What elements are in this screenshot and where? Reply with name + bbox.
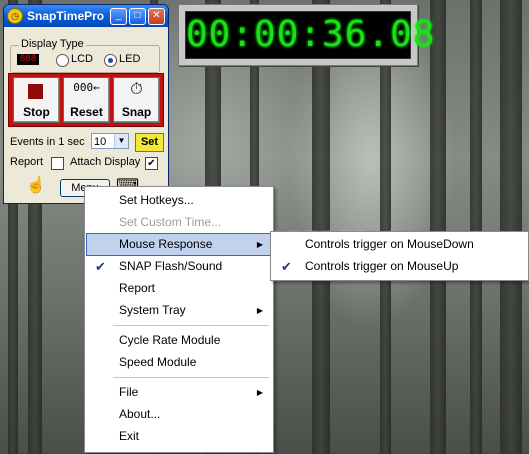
report-checkbox[interactable]: [51, 157, 64, 170]
led-label: LED: [119, 53, 141, 65]
menu-separator: [113, 377, 269, 378]
window-title: SnapTimePro: [27, 9, 105, 23]
minimize-button[interactable]: _: [110, 7, 127, 25]
report-label: Report: [10, 156, 44, 168]
events-label: Events in 1 sec: [10, 136, 85, 148]
display-type-group: Display Type 888 LCD LED: [10, 38, 160, 73]
checkmark-icon: ✔: [95, 259, 106, 274]
menu-separator: [113, 325, 269, 326]
mouse-response-submenu: Controls trigger on MouseDown ✔ Controls…: [270, 231, 529, 281]
snap-icon: ⏱: [130, 81, 143, 98]
menu-item-mouse-response[interactable]: Mouse Response ▶: [86, 233, 272, 256]
events-select-value: 10: [94, 136, 107, 148]
clock-display: 00:00:36.08: [185, 11, 434, 59]
snap-button[interactable]: ⏱ Snap: [113, 77, 160, 123]
attach-display-label: Attach Display: [70, 156, 141, 168]
app-window: ◷ SnapTimePro _ □ ✕ Display Type 888 LCD…: [3, 4, 169, 204]
led-radio[interactable]: [104, 54, 117, 67]
action-button-panel: Stop 000← Reset ⏱ Snap: [8, 73, 164, 127]
events-select[interactable]: 10 ▼: [91, 133, 129, 149]
checkmark-icon: ✔: [281, 259, 292, 274]
display-type-label: Display Type: [19, 38, 86, 50]
hand-pointer-icon[interactable]: ☝: [26, 175, 46, 195]
menu-item-cycle-rate-module[interactable]: Cycle Rate Module: [87, 330, 271, 351]
menu-item-exit[interactable]: Exit: [87, 426, 271, 447]
menu-item-set-hotkeys[interactable]: Set Hotkeys...: [87, 190, 271, 211]
menu-item-about[interactable]: About...: [87, 404, 271, 425]
submenu-item-mousedown[interactable]: Controls trigger on MouseDown: [273, 234, 526, 255]
menu-item-report[interactable]: Report: [87, 278, 271, 299]
reset-button[interactable]: 000← Reset: [63, 77, 110, 123]
submenu-item-mouseup[interactable]: ✔ Controls trigger on MouseUp: [273, 256, 526, 277]
segment-sample-icon: 888: [17, 54, 39, 65]
set-button[interactable]: Set: [135, 133, 164, 152]
close-button[interactable]: ✕: [148, 7, 165, 25]
submenu-arrow-icon: ▶: [256, 388, 263, 397]
clock-window[interactable]: 00:00:36.08: [178, 4, 434, 66]
restore-button[interactable]: □: [129, 7, 146, 25]
submenu-arrow-icon: ▶: [256, 306, 263, 315]
stopwatch-icon: ◷: [7, 8, 23, 24]
menu-item-set-custom-time[interactable]: Set Custom Time...: [87, 212, 271, 233]
reset-icon: 000←: [73, 81, 100, 94]
menu-item-system-tray[interactable]: System Tray ▶: [87, 300, 271, 321]
stop-icon: [28, 84, 43, 99]
menu-item-file[interactable]: File ▶: [87, 382, 271, 403]
chevron-down-icon[interactable]: ▼: [114, 134, 128, 148]
stop-button[interactable]: Stop: [13, 77, 60, 123]
menu-item-speed-module[interactable]: Speed Module: [87, 352, 271, 373]
submenu-arrow-icon: ▶: [256, 240, 263, 249]
menu-item-snap-flash-sound[interactable]: ✔ SNAP Flash/Sound: [87, 256, 271, 277]
attach-display-checkbox[interactable]: ✔: [145, 157, 158, 170]
lcd-radio[interactable]: [56, 54, 69, 67]
lcd-label: LCD: [71, 53, 94, 65]
context-menu: Set Hotkeys... Set Custom Time... Mouse …: [84, 186, 274, 453]
title-bar[interactable]: ◷ SnapTimePro _ □ ✕: [4, 5, 168, 27]
